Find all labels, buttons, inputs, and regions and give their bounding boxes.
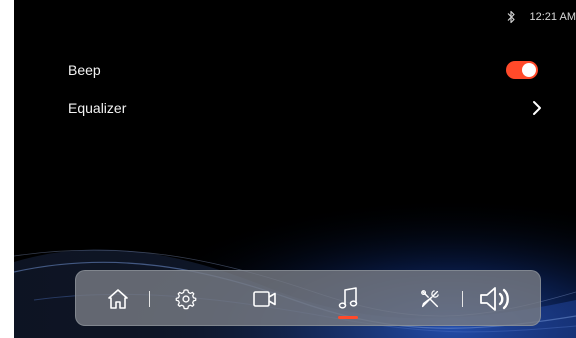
tools-icon <box>421 290 439 308</box>
dock-settings-button[interactable] <box>172 271 200 327</box>
toggle-knob <box>522 63 536 77</box>
beep-toggle[interactable] <box>506 61 538 79</box>
equalizer-label: Equalizer <box>68 100 127 116</box>
dock-separator <box>149 291 150 307</box>
dock-separator <box>462 291 463 307</box>
display-screen: 12:21 AM Beep Equalizer <box>0 0 576 338</box>
setting-row-equalizer[interactable]: Equalizer <box>68 93 554 123</box>
status-bar: 12:21 AM <box>506 0 576 34</box>
home-icon <box>108 289 128 309</box>
gear-icon <box>175 289 197 310</box>
music-note-icon <box>338 287 358 309</box>
status-time: 12:21 AM <box>529 11 576 23</box>
setting-row-beep: Beep <box>68 55 554 85</box>
bottom-dock <box>75 270 541 326</box>
left-bezel <box>0 0 14 338</box>
bluetooth-icon <box>506 10 516 24</box>
dock-tools-button[interactable] <box>416 271 444 327</box>
video-camera-icon <box>253 291 276 307</box>
beep-label: Beep <box>68 62 101 78</box>
volume-icon <box>480 287 509 311</box>
dock-video-button[interactable] <box>250 271 280 327</box>
dock-home-button[interactable] <box>104 271 132 327</box>
chevron-right-icon[interactable] <box>530 99 544 117</box>
dock-volume-button[interactable] <box>476 271 516 327</box>
active-tab-indicator <box>338 316 358 319</box>
